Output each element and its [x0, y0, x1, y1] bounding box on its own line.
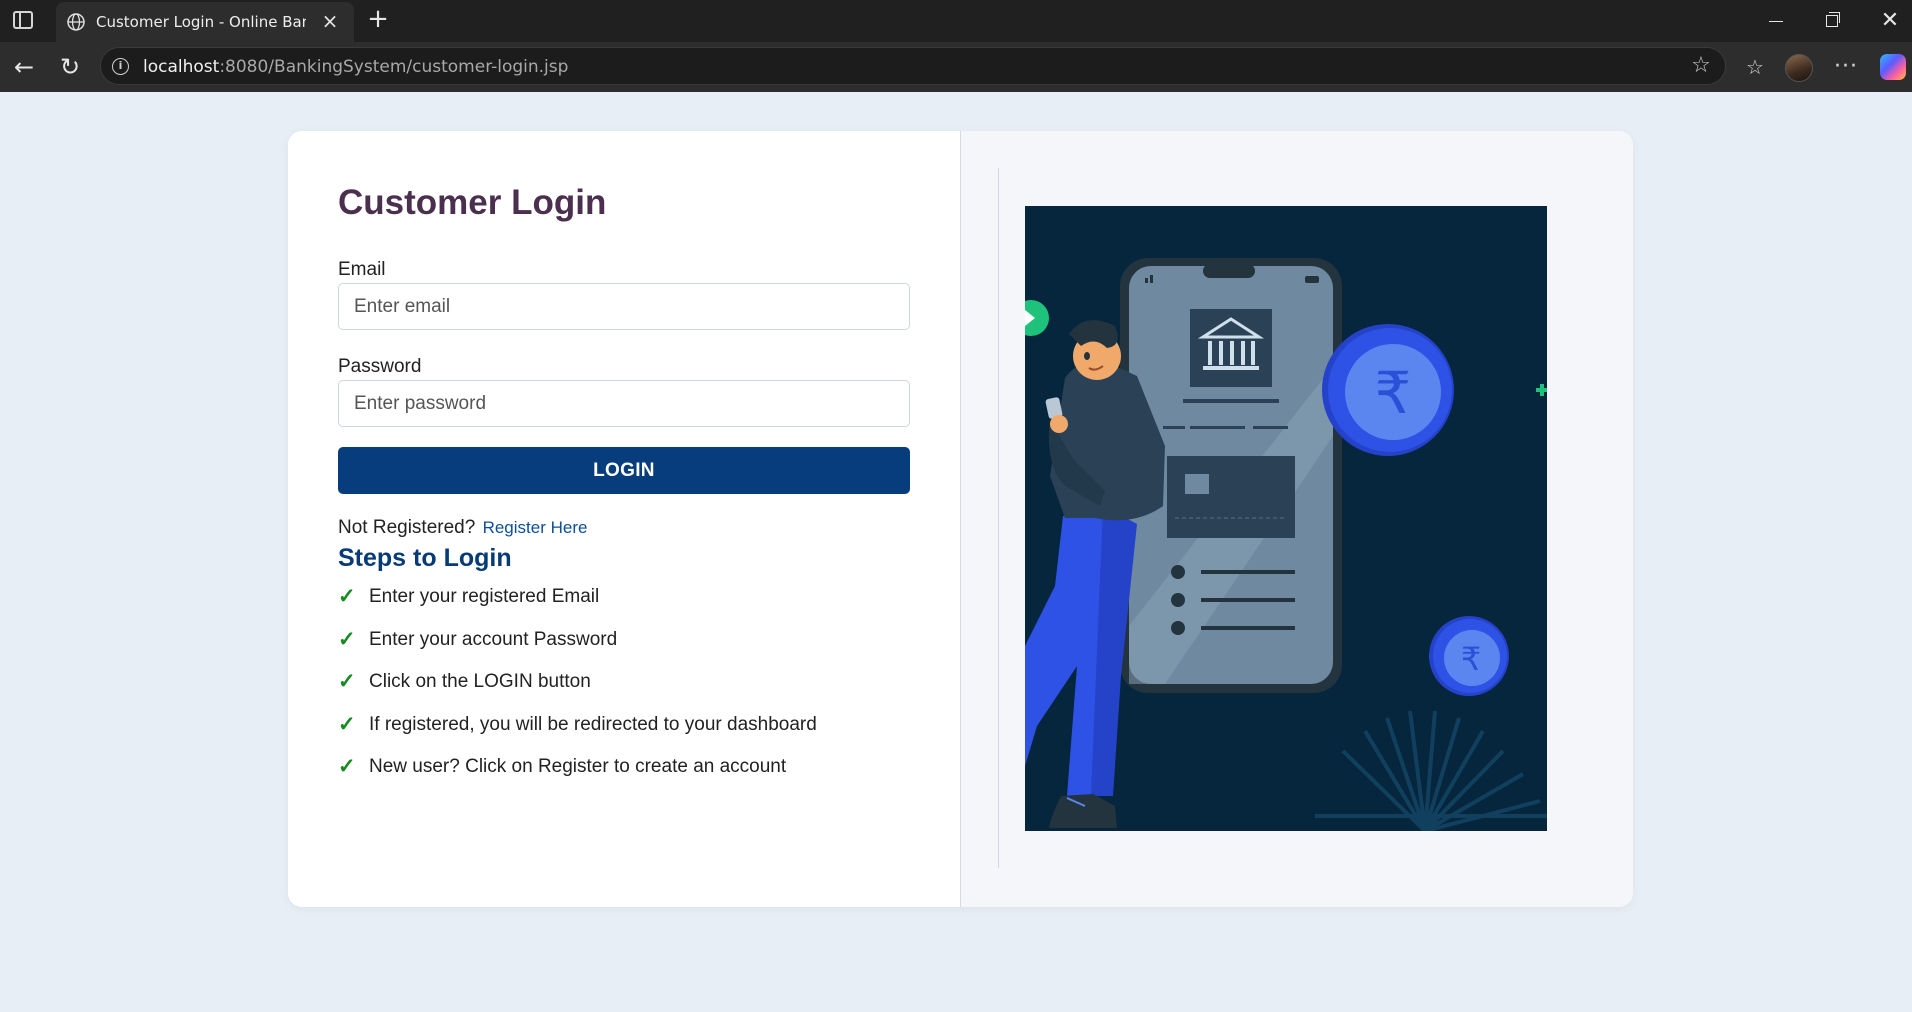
divider: [998, 168, 999, 868]
site-info-icon[interactable]: i: [112, 58, 129, 75]
check-icon: ✓: [338, 627, 356, 651]
register-prompt: Not Registered? Register Here: [338, 517, 587, 539]
back-arrow-icon[interactable]: ←: [9, 52, 39, 82]
register-link[interactable]: Register Here: [483, 518, 588, 537]
step-item: ✓ Enter your registered Email: [338, 586, 817, 629]
check-icon: ✓: [338, 755, 356, 778]
tab-title: Customer Login - Online Banking: [96, 13, 306, 31]
step-text: If registered, you will be redirected to…: [369, 713, 817, 735]
browser-tab[interactable]: Customer Login - Online Banking ×: [56, 2, 354, 42]
new-tab-icon[interactable]: +: [364, 6, 392, 34]
page-title: Customer Login: [338, 183, 607, 222]
steps-title: Steps to Login: [338, 544, 512, 572]
step-text: New user? Click on Register to create an…: [369, 756, 787, 777]
login-card: Customer Login Email Password LOGIN Not …: [288, 131, 1633, 907]
step-text: Enter your account Password: [369, 628, 618, 650]
check-icon: ✓: [338, 712, 356, 736]
favorite-star-icon[interactable]: ☆: [1689, 54, 1713, 78]
step-item: ✓ Enter your account Password: [338, 627, 817, 672]
email-input[interactable]: [338, 283, 910, 330]
url-path: :8080/BankingSystem/customer-login.jsp: [219, 57, 569, 77]
browser-toolbar: ← ↻ i localhost:8080/BankingSystem/custo…: [0, 42, 1912, 92]
minimize-icon[interactable]: [1756, 6, 1796, 36]
window-close-icon[interactable]: ✕: [1870, 6, 1910, 36]
password-input[interactable]: [338, 380, 910, 427]
page-viewport: Customer Login Email Password LOGIN Not …: [5, 92, 1912, 1012]
url-text[interactable]: localhost:8080/BankingSystem/customer-lo…: [143, 56, 568, 78]
login-form-column: Customer Login Email Password LOGIN Not …: [288, 131, 960, 907]
step-text: Enter your registered Email: [369, 586, 600, 607]
login-button[interactable]: LOGIN: [338, 447, 910, 494]
illustration-column: ₹ ₹: [960, 131, 1633, 907]
not-registered-text: Not Registered?: [338, 517, 476, 538]
password-label: Password: [338, 356, 422, 377]
step-item: ✓ Click on the LOGIN button: [338, 671, 817, 714]
step-text: Click on the LOGIN button: [369, 671, 591, 692]
copilot-icon[interactable]: [1880, 54, 1906, 80]
step-item: ✓ New user? Click on Register to create a…: [338, 756, 817, 799]
url-host: localhost: [143, 57, 220, 77]
globe-icon: [67, 13, 85, 31]
banking-phone-illustration: ₹ ₹: [1025, 206, 1547, 831]
step-item: ✓ If registered, you will be redirected t…: [338, 712, 817, 757]
check-icon: ✓: [338, 670, 356, 693]
favorites-icon[interactable]: ☆: [1740, 52, 1770, 82]
steps-list: ✓ Enter your registered Email ✓ Enter your…: [338, 586, 817, 799]
email-label: Email: [338, 259, 386, 280]
more-options-icon[interactable]: ···: [1831, 52, 1861, 82]
coin-symbol-small: ₹: [1461, 640, 1481, 678]
reload-icon[interactable]: ↻: [55, 52, 85, 82]
sidebar-toggle-icon[interactable]: [13, 11, 33, 29]
profile-avatar[interactable]: [1785, 54, 1813, 82]
coin-symbol-large: ₹: [1375, 359, 1412, 427]
tab-close-icon[interactable]: ×: [318, 10, 342, 34]
address-bar[interactable]: i localhost:8080/BankingSystem/customer-…: [100, 47, 1726, 85]
check-icon: ✓: [338, 585, 356, 608]
restore-icon[interactable]: [1812, 6, 1852, 36]
browser-titlebar: Customer Login - Online Banking × + ✕: [0, 0, 1912, 42]
